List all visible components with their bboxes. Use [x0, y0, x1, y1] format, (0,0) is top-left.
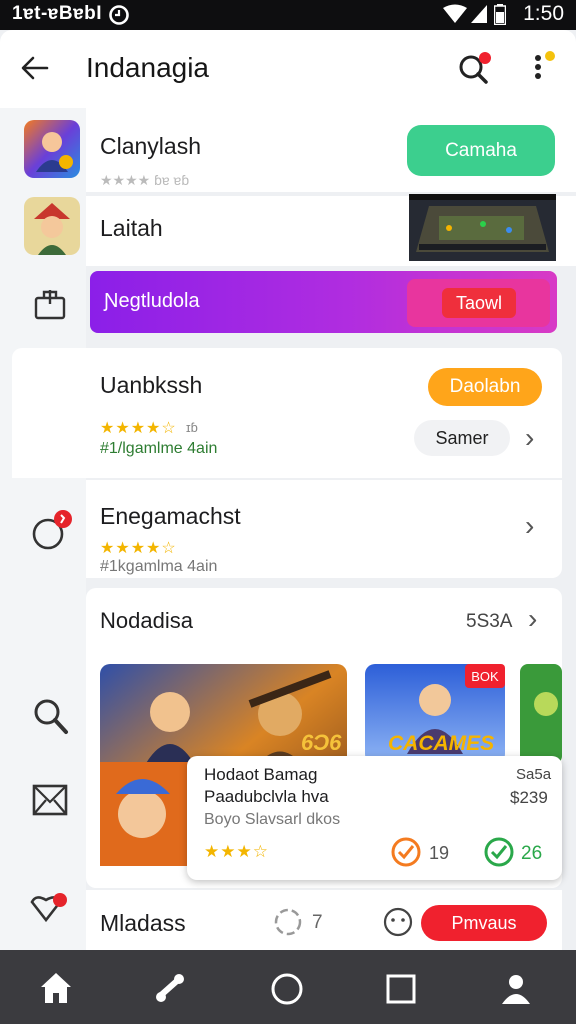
app-name: Enegamachst	[100, 503, 241, 529]
more-icon[interactable]	[528, 48, 558, 84]
tile-2-badge: BOK	[465, 664, 505, 688]
mail-icon[interactable]	[32, 783, 68, 817]
section-link[interactable]: 5S3A	[466, 611, 512, 633]
back-icon[interactable]	[20, 54, 50, 82]
status-bar: 1ɐt-ɐBɐbI 1:50	[0, 0, 576, 30]
bag-icon[interactable]	[33, 286, 67, 320]
popup-price-2: $239	[510, 788, 548, 807]
app-subtitle: #1kgamlma 4ain	[100, 558, 218, 575]
app-name: Laitah	[100, 215, 163, 241]
popup-line-2: Paadubclvla hva	[204, 787, 329, 806]
tile-2-title: CACAMES	[388, 732, 495, 755]
app-name: Mladass	[100, 910, 186, 936]
page-title: Indanagia	[86, 52, 210, 83]
section-title: Nodadisa	[100, 608, 193, 633]
square-icon[interactable]	[384, 972, 418, 1006]
signal-icon	[471, 5, 487, 23]
popup-count-2: 26	[521, 843, 543, 864]
popup-price-1: Sa5a	[516, 766, 552, 783]
circle-icon[interactable]	[268, 970, 306, 1008]
spinner-icon	[274, 908, 302, 936]
download-button[interactable]: Daolabn	[428, 368, 542, 406]
face-icon[interactable]	[382, 906, 414, 938]
check-green-icon	[484, 837, 514, 867]
favorite-icon[interactable]	[28, 890, 70, 926]
status-time: 1:50	[523, 2, 564, 25]
rating-stars: ★★★★☆	[100, 420, 177, 437]
share-icon[interactable]	[152, 970, 188, 1006]
app-subtitle: #1/lgamlme 4ain	[100, 440, 218, 457]
popup-line-3: Boyo Slavsarl dkos	[204, 811, 341, 828]
tile-1-badge: 6Ɔ6	[301, 730, 342, 755]
app-icon-laitah	[24, 197, 80, 255]
search-icon[interactable]	[456, 50, 496, 86]
profile-icon[interactable]	[498, 970, 534, 1006]
wifi-icon	[443, 4, 467, 23]
popup-rating-stars: ★★★☆	[204, 842, 269, 861]
app-name: Clanylash	[100, 133, 201, 159]
chevron-right-icon[interactable]: ›	[525, 422, 534, 454]
rating-tag: ɪɓ	[186, 420, 198, 435]
install-button[interactable]: Camaha	[407, 125, 555, 176]
clock-icon	[109, 5, 129, 25]
app-name: Uanbkssh	[100, 372, 203, 398]
app-icon-clanylash	[24, 120, 80, 178]
screenshot-thumbnail[interactable]	[409, 194, 556, 261]
secondary-button[interactable]: Samer	[414, 420, 510, 456]
banner-text: Ɲegtludola	[104, 290, 200, 312]
popup-line-1: Hodaot Bamag	[204, 765, 318, 784]
chevron-right-icon[interactable]: ›	[525, 510, 534, 542]
search-rail-icon[interactable]	[32, 697, 70, 737]
app-rating-faded: ★★★★ ɓɐ ɐɓ	[100, 172, 190, 188]
action-button-red[interactable]: Pmvaus	[421, 905, 547, 941]
home-icon[interactable]	[38, 970, 74, 1006]
status-left-text: 1ɐt-ɐBɐbI	[12, 3, 103, 24]
chevron-right-icon[interactable]: ›	[528, 603, 537, 635]
footer-count: 7	[312, 912, 323, 933]
game-tile-3[interactable]	[520, 664, 562, 764]
notification-icon[interactable]	[30, 506, 76, 552]
check-orange-icon	[391, 837, 421, 867]
popup-count-1: 19	[429, 843, 450, 863]
app-bar: Indanagia	[0, 30, 576, 108]
rating-stars: ★★★★☆	[100, 540, 177, 557]
banner-button[interactable]: Taowl	[442, 288, 516, 318]
battery-icon	[494, 4, 506, 25]
